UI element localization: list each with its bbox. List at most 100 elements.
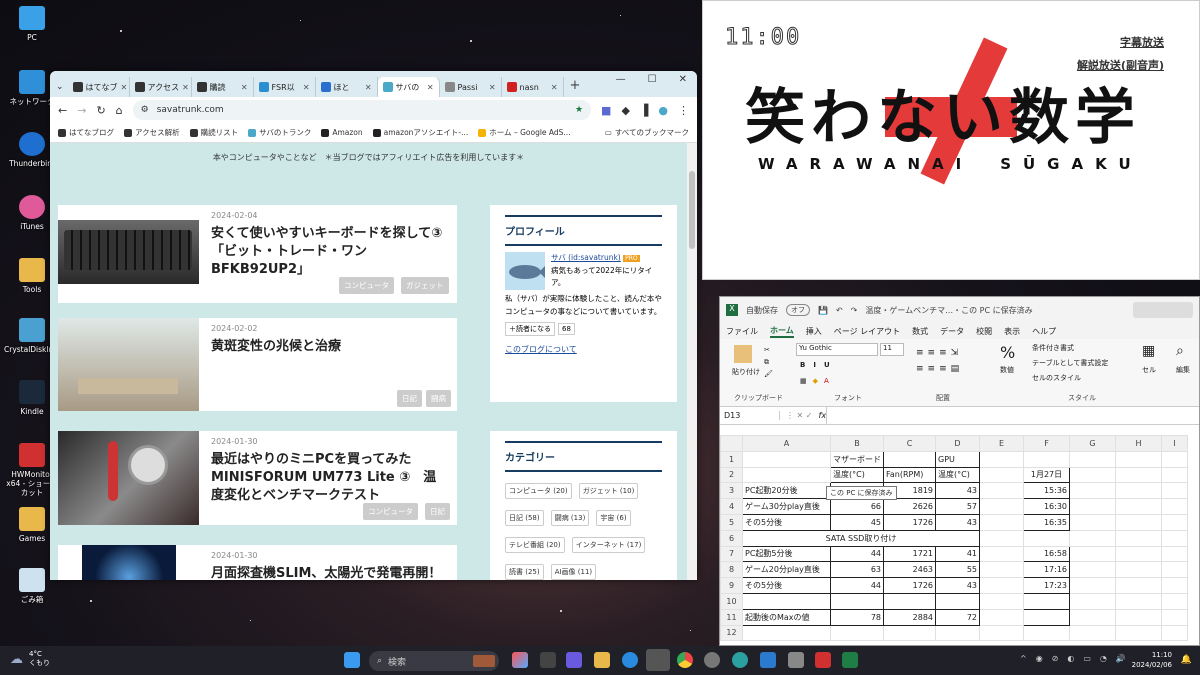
address-bar[interactable]: ⚙ savatrunk.com ★	[132, 100, 592, 120]
minipc-thumbnail[interactable]	[58, 431, 199, 525]
cell[interactable]: マザーボード	[830, 450, 884, 468]
menu-review[interactable]: 校閲	[976, 326, 992, 337]
cell[interactable]	[1115, 624, 1162, 642]
cell[interactable]: 16:30	[1023, 498, 1070, 515]
menu-insert[interactable]: 挿入	[806, 326, 822, 337]
bookmark-item[interactable]: はてなブログ	[58, 127, 114, 138]
name-box[interactable]: D13	[720, 411, 780, 420]
edge-icon[interactable]	[622, 652, 638, 668]
task-view-icon[interactable]	[540, 652, 556, 668]
cell[interactable]	[1115, 466, 1162, 484]
cell[interactable]: 78	[830, 608, 884, 626]
cell[interactable]: 43	[935, 482, 980, 500]
cell[interactable]	[935, 592, 980, 610]
cell[interactable]	[1115, 482, 1162, 500]
category-item[interactable]: コンピュータ (20)	[505, 483, 572, 499]
cell[interactable]	[1115, 561, 1162, 579]
font-name-select[interactable]: Yu Gothic	[796, 343, 878, 356]
menu-data[interactable]: データ	[940, 326, 964, 337]
cell[interactable]: その5分後	[742, 577, 831, 594]
hwmonitor-icon[interactable]	[815, 652, 831, 668]
all-bookmarks[interactable]: ▭ すべてのブックマーク	[605, 127, 689, 138]
cell[interactable]: GPU	[935, 450, 980, 468]
undo-icon[interactable]: ↶	[836, 306, 843, 315]
cell[interactable]	[1161, 513, 1188, 531]
bookmark-item[interactable]: サバのトランク	[248, 127, 311, 138]
desktop-icon-pc[interactable]: PC	[4, 6, 60, 42]
cell[interactable]: ゲーム20分play直後	[742, 561, 831, 579]
column-header[interactable]: G	[1069, 435, 1116, 452]
cell[interactable]	[1069, 545, 1116, 563]
percent-icon[interactable]: %	[1000, 343, 1015, 362]
bookmark-item[interactable]: ホーム – Google AdS...	[478, 127, 571, 138]
cell[interactable]: 温度(°C)	[935, 466, 980, 484]
tab[interactable]: nasn ✕	[502, 77, 564, 97]
excel-taskbar-icon[interactable]	[842, 652, 858, 668]
cell[interactable]	[979, 466, 1024, 484]
menu-file[interactable]: ファイル	[726, 326, 758, 337]
category-item[interactable]: 読書 (25)	[505, 564, 544, 580]
photos-icon[interactable]	[760, 652, 776, 668]
row-header[interactable]: 5	[720, 513, 743, 531]
category-item[interactable]: 闘病 (13)	[550, 510, 590, 526]
column-header[interactable]: D	[935, 435, 980, 452]
cell[interactable]	[1023, 624, 1070, 642]
bookmark-item[interactable]: アクセス解析	[124, 127, 180, 138]
cell[interactable]: 16:58	[1023, 545, 1070, 563]
moon-thumbnail[interactable]	[82, 545, 176, 580]
row-header[interactable]: 12	[720, 624, 743, 642]
cell[interactable]	[1161, 529, 1188, 547]
column-header[interactable]: F	[1023, 435, 1070, 452]
cell[interactable]	[1023, 529, 1070, 547]
cell[interactable]: ゲーム30分play直後	[742, 498, 831, 515]
select-all-corner[interactable]	[720, 435, 743, 452]
cell[interactable]	[1115, 513, 1162, 531]
cell[interactable]	[742, 592, 831, 610]
menu-icon[interactable]: ⋮	[678, 104, 689, 117]
cell[interactable]	[979, 608, 1024, 626]
cell[interactable]: 44	[830, 545, 884, 563]
chrome-icon[interactable]	[677, 652, 693, 668]
tab[interactable]: FSR以 ✕	[254, 77, 316, 97]
menu-layout[interactable]: ページ レイアウト	[834, 326, 900, 337]
cell[interactable]	[979, 513, 1024, 531]
post-card[interactable]: 2024-02-04 安くて使いやすいキーボードを探して③「ビット・トレード・ワ…	[58, 205, 457, 303]
cell[interactable]: 17:23	[1023, 577, 1070, 594]
worksheet[interactable]: A B C D E F G H I 1 マザーボード GPU 2 温度(°C) Fan(RPM) 温度(°C)…	[720, 435, 1188, 642]
cell[interactable]	[1069, 592, 1116, 610]
paste-button[interactable]: 貼り付け	[732, 367, 760, 377]
cell[interactable]	[979, 482, 1024, 500]
notification-icon[interactable]: 🔔	[1181, 655, 1192, 665]
cell[interactable]	[1161, 608, 1188, 626]
column-header[interactable]: C	[883, 435, 936, 452]
cell[interactable]	[1161, 450, 1188, 468]
row-header[interactable]: 7	[720, 545, 743, 563]
tab[interactable]: 購読 ✕	[192, 77, 254, 97]
tag[interactable]: 日記	[397, 390, 422, 407]
cell[interactable]	[979, 529, 1024, 547]
cell[interactable]: 起動後のMaxの値	[742, 608, 831, 626]
close-icon[interactable]: ✕	[121, 83, 128, 92]
tag[interactable]: コンピュータ	[363, 503, 418, 520]
cell[interactable]	[830, 592, 884, 610]
home-icon[interactable]: ⌂	[116, 104, 123, 117]
menu-view[interactable]: 表示	[1004, 326, 1020, 337]
cell[interactable]	[742, 466, 831, 484]
cell[interactable]	[1069, 482, 1116, 500]
column-header[interactable]: E	[979, 435, 1024, 452]
post-title[interactable]: 最近はやりのミニPCを買ってみた MINISFORUM UM773 Lite ③…	[211, 451, 446, 505]
alignment-buttons[interactable]: ≡≡≡⇲ ≡≡≡▤	[916, 345, 963, 377]
cell[interactable]	[979, 561, 1024, 579]
close-window-icon[interactable]: ✕	[679, 74, 687, 85]
cell[interactable]	[1161, 624, 1188, 642]
cell[interactable]	[1069, 529, 1116, 547]
back-icon[interactable]: ←	[58, 104, 67, 117]
cell[interactable]: Fan(RPM)	[883, 466, 936, 484]
explorer-icon[interactable]	[594, 652, 610, 668]
row-header[interactable]: 9	[720, 577, 743, 594]
cell[interactable]: 63	[830, 561, 884, 579]
cell[interactable]: 43	[935, 513, 980, 531]
search-icon[interactable]: ⌕	[1176, 343, 1184, 359]
cell[interactable]: PC起動20分後	[742, 482, 831, 500]
minimize-icon[interactable]: —	[616, 74, 626, 85]
